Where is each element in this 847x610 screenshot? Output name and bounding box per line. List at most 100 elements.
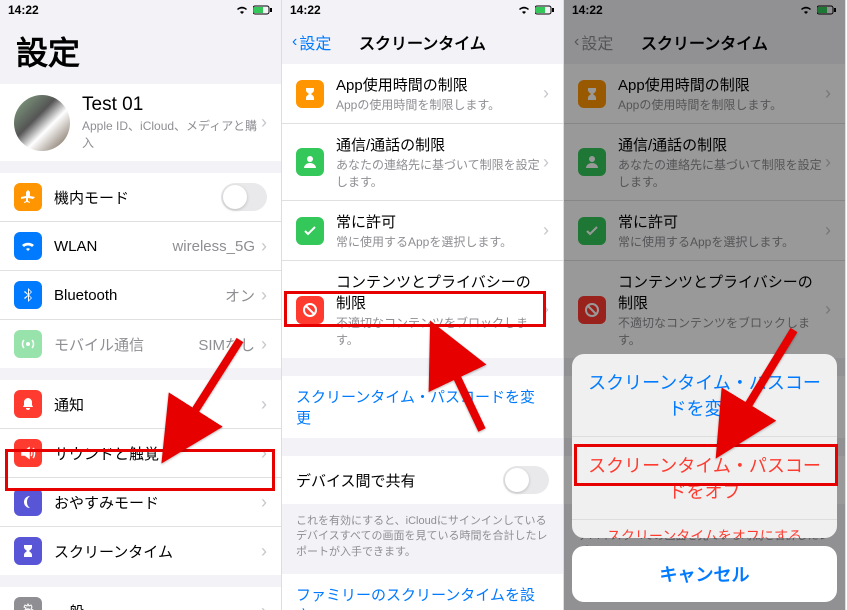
change-passcode-row[interactable]: スクリーンタイム・パスコードを変更 bbox=[282, 376, 563, 438]
chevron-left-icon: ‹ bbox=[292, 33, 297, 51]
chevron-icon: › bbox=[261, 112, 267, 133]
sheet-label: スクリーンタイム・パスコードを変更 bbox=[588, 373, 821, 419]
nav-bar: ‹設定 スクリーンタイム bbox=[282, 20, 563, 64]
chevron-icon: › bbox=[543, 152, 549, 173]
status-bar: 14:22 bbox=[0, 0, 281, 20]
row-label: おやすみモード bbox=[54, 492, 159, 513]
dnd-row[interactable]: おやすみモード › bbox=[0, 478, 281, 527]
profile-sub: Apple ID、iCloud、メディアと購入 bbox=[82, 117, 261, 151]
airplane-toggle[interactable] bbox=[221, 183, 267, 211]
sheet-label: スクリーンタイム・パスコードをオフ bbox=[588, 456, 821, 502]
chevron-icon: › bbox=[261, 541, 267, 562]
back-label: 設定 bbox=[299, 30, 331, 54]
chevron-icon: › bbox=[261, 285, 267, 306]
action-sheet: スクリーンタイム・パスコードを変更 スクリーンタイム・パスコードをオフ スクリー… bbox=[564, 346, 845, 610]
nav-title: スクリーンタイム bbox=[359, 30, 486, 54]
phone-settings: 14:22 設定 Test 01 Apple ID、iCloud、メディアと購入… bbox=[0, 0, 282, 610]
profile-row[interactable]: Test 01 Apple ID、iCloud、メディアと購入 › bbox=[0, 84, 281, 161]
row-label: デバイス間で共有 bbox=[296, 470, 416, 491]
cellular-icon bbox=[14, 330, 42, 358]
wlan-row[interactable]: WLAN wireless_5G › bbox=[0, 222, 281, 271]
person-icon bbox=[296, 148, 324, 176]
wifi-icon bbox=[235, 5, 249, 15]
notifications-row[interactable]: 通知 › bbox=[0, 380, 281, 429]
wifi-icon bbox=[517, 5, 531, 15]
sheet-change-passcode[interactable]: スクリーンタイム・パスコードを変更 bbox=[572, 354, 837, 437]
bell-icon bbox=[14, 390, 42, 418]
row-label: 通知 bbox=[54, 394, 84, 415]
chevron-icon: › bbox=[261, 394, 267, 415]
row-detail: オン bbox=[225, 285, 255, 306]
profile-name: Test 01 bbox=[82, 94, 261, 116]
sheet-turn-off-partial[interactable]: スクリーンタイムをオフにする bbox=[572, 520, 837, 538]
back-button[interactable]: ‹設定 bbox=[292, 30, 331, 54]
battery-icon bbox=[253, 5, 273, 15]
gear-icon bbox=[14, 597, 42, 610]
row-label: スクリーンタイム・パスコードを変更 bbox=[296, 386, 549, 428]
page-title: 設定 bbox=[0, 20, 281, 84]
chevron-icon: › bbox=[543, 220, 549, 241]
screentime-content[interactable]: App使用時間の制限Appの使用時間を制限します。 › 通信/通話の制限あなたの… bbox=[282, 64, 563, 610]
status-time: 14:22 bbox=[8, 3, 39, 17]
status-icons bbox=[517, 5, 555, 15]
sheet-cancel-button[interactable]: キャンセル bbox=[572, 546, 837, 602]
row-detail: wireless_5G bbox=[172, 238, 255, 255]
row-label: モバイル通信 bbox=[54, 334, 144, 355]
sounds-row[interactable]: サウンドと触覚 › bbox=[0, 429, 281, 478]
row-sub: あなたの連絡先に基づいて制限を設定します。 bbox=[336, 156, 543, 190]
settings-content[interactable]: 設定 Test 01 Apple ID、iCloud、メディアと購入 › 機内モ… bbox=[0, 20, 281, 610]
sheet-label: キャンセル bbox=[660, 565, 750, 585]
share-devices-row[interactable]: デバイス間で共有 bbox=[282, 456, 563, 504]
chevron-icon: › bbox=[543, 299, 549, 320]
phone-actionsheet: 14:22 ‹設定 スクリーンタイム App使用時間の制限Appの使用時間を制限… bbox=[564, 0, 846, 610]
phone-screentime: 14:22 ‹設定 スクリーンタイム App使用時間の制限Appの使用時間を制限… bbox=[282, 0, 564, 610]
row-label: 通信/通話の制限 bbox=[336, 134, 543, 155]
airplane-icon bbox=[14, 183, 42, 211]
row-label: App使用時間の制限 bbox=[336, 74, 543, 95]
general-row[interactable]: 一般 › bbox=[0, 587, 281, 610]
chevron-icon: › bbox=[261, 443, 267, 464]
row-label: WLAN bbox=[54, 238, 97, 255]
row-sub: 常に使用するAppを選択します。 bbox=[336, 233, 543, 250]
chevron-icon: › bbox=[261, 492, 267, 513]
row-label: ファミリーのスクリーンタイムを設定 bbox=[296, 584, 549, 610]
nosign-icon bbox=[296, 296, 324, 324]
bluetooth-row[interactable]: Bluetooth オン › bbox=[0, 271, 281, 320]
hourglass-icon bbox=[14, 537, 42, 565]
hourglass-icon bbox=[296, 80, 324, 108]
speaker-icon bbox=[14, 439, 42, 467]
row-label: サウンドと触覚 bbox=[54, 443, 159, 464]
screentime-row[interactable]: スクリーンタイム › bbox=[0, 527, 281, 575]
chevron-icon: › bbox=[261, 334, 267, 355]
cellular-row[interactable]: モバイル通信 SIMなし › bbox=[0, 320, 281, 368]
family-setup-row[interactable]: ファミリーのスクリーンタイムを設定 bbox=[282, 574, 563, 610]
bluetooth-icon bbox=[14, 281, 42, 309]
chevron-icon: › bbox=[261, 601, 267, 610]
row-label: 一般 bbox=[54, 601, 84, 610]
content-privacy-row[interactable]: コンテンツとプライバシーの制限不適切なコンテンツをブロックします。 › bbox=[282, 261, 563, 358]
sheet-turn-off-passcode[interactable]: スクリーンタイム・パスコードをオフ bbox=[572, 437, 837, 520]
row-label: Bluetooth bbox=[54, 287, 117, 304]
app-limits-row[interactable]: App使用時間の制限Appの使用時間を制限します。 › bbox=[282, 64, 563, 124]
chevron-icon: › bbox=[261, 236, 267, 257]
always-allowed-row[interactable]: 常に許可常に使用するAppを選択します。 › bbox=[282, 201, 563, 261]
share-footer: これを有効にすると、iCloudにサインインしているデバイスすべての画面を見てい… bbox=[282, 508, 563, 574]
share-toggle[interactable] bbox=[503, 466, 549, 494]
avatar bbox=[14, 95, 70, 151]
comm-limits-row[interactable]: 通信/通話の制限あなたの連絡先に基づいて制限を設定します。 › bbox=[282, 124, 563, 201]
status-time: 14:22 bbox=[290, 3, 321, 17]
status-icons bbox=[235, 5, 273, 15]
airplane-row[interactable]: 機内モード bbox=[0, 173, 281, 222]
row-detail: SIMなし bbox=[198, 334, 255, 355]
chevron-icon: › bbox=[543, 83, 549, 104]
row-sub: Appの使用時間を制限します。 bbox=[336, 96, 543, 113]
wifi-icon bbox=[14, 232, 42, 260]
row-label: 機内モード bbox=[54, 187, 129, 208]
moon-icon bbox=[14, 488, 42, 516]
sheet-label: スクリーンタイムをオフにする bbox=[607, 528, 802, 538]
status-bar: 14:22 bbox=[282, 0, 563, 20]
row-label: 常に許可 bbox=[336, 211, 543, 232]
battery-icon bbox=[535, 5, 555, 15]
row-label: コンテンツとプライバシーの制限 bbox=[336, 271, 543, 313]
row-label: スクリーンタイム bbox=[54, 541, 173, 562]
